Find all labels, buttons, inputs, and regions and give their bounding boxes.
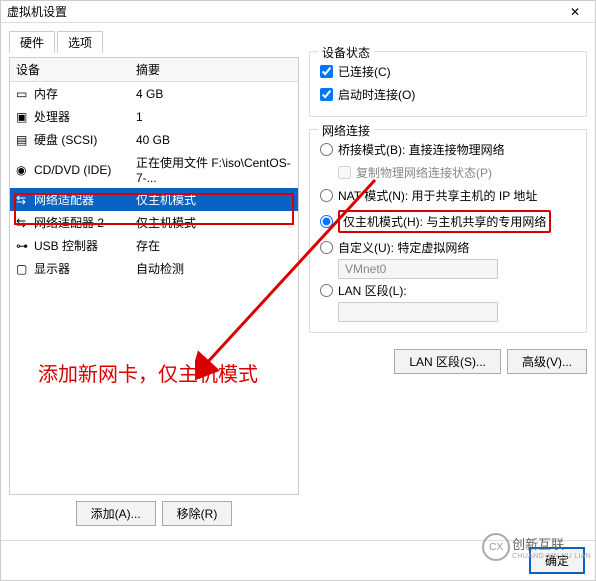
lan-dropdown bbox=[338, 302, 498, 322]
cd-icon: ◉ bbox=[16, 163, 30, 177]
titlebar: 虚拟机设置 ✕ bbox=[1, 1, 595, 23]
connected-checkbox[interactable]: 已连接(C) bbox=[320, 60, 576, 83]
usb-icon: ⊶ bbox=[16, 239, 30, 253]
cpu-icon: ▣ bbox=[16, 110, 30, 124]
content: 硬件 选项 设备 摘要 ▭内存 4 GB ▣处理器 1 ▤硬盘 (SCSI) bbox=[1, 23, 595, 540]
disk-icon: ▤ bbox=[16, 133, 30, 147]
network-connection-group: 网络连接 桥接模式(B): 直接连接物理网络 复制物理网络连接状态(P) NAT… bbox=[309, 129, 587, 333]
vm-settings-window: 虚拟机设置 ✕ 硬件 选项 设备 摘要 ▭内存 4 GB ▣处理器 1 bbox=[0, 0, 596, 581]
watermark-icon: CX bbox=[482, 533, 510, 561]
network-icon: ⇆ bbox=[16, 193, 30, 207]
row-cd[interactable]: ◉CD/DVD (IDE) 正在使用文件 F:\iso\CentOS-7-... bbox=[10, 151, 298, 188]
device-list-header: 设备 摘要 bbox=[10, 58, 298, 82]
device-status-title: 设备状态 bbox=[318, 44, 374, 61]
radio-hostonly[interactable]: 仅主机模式(H): 与主机共享的专用网络 bbox=[320, 207, 576, 236]
row-usb[interactable]: ⊶USB 控制器 存在 bbox=[10, 234, 298, 257]
radio-lan[interactable]: LAN 区段(L): bbox=[320, 279, 576, 302]
display-icon: ▢ bbox=[16, 262, 30, 276]
radio-bridge[interactable]: 桥接模式(B): 直接连接物理网络 bbox=[320, 138, 576, 161]
tabs: 硬件 选项 bbox=[9, 31, 299, 53]
row-display[interactable]: ▢显示器 自动检测 bbox=[10, 257, 298, 280]
left-pane: 硬件 选项 设备 摘要 ▭内存 4 GB ▣处理器 1 ▤硬盘 (SCSI) bbox=[9, 31, 299, 532]
row-memory[interactable]: ▭内存 4 GB bbox=[10, 82, 298, 105]
replicate-checkbox: 复制物理网络连接状态(P) bbox=[338, 161, 576, 184]
close-icon[interactable]: ✕ bbox=[555, 5, 595, 19]
network-connection-title: 网络连接 bbox=[318, 122, 374, 139]
device-list: 设备 摘要 ▭内存 4 GB ▣处理器 1 ▤硬盘 (SCSI) 40 GB ◉… bbox=[9, 57, 299, 495]
advanced-button[interactable]: 高级(V)... bbox=[507, 349, 587, 374]
memory-icon: ▭ bbox=[16, 87, 30, 101]
add-button[interactable]: 添加(A)... bbox=[76, 501, 156, 526]
row-cpu[interactable]: ▣处理器 1 bbox=[10, 105, 298, 128]
left-bottom-buttons: 添加(A)... 移除(R) bbox=[9, 495, 299, 532]
window-title: 虚拟机设置 bbox=[7, 3, 67, 20]
right-pane: 设备状态 已连接(C) 启动时连接(O) 网络连接 桥接模式(B): 直接连接物… bbox=[309, 31, 587, 532]
watermark: CX 创新互联 CHUANG XIN HU LIAN bbox=[482, 533, 591, 561]
poweron-checkbox[interactable]: 启动时连接(O) bbox=[320, 83, 576, 106]
vmnet-dropdown: VMnet0 bbox=[338, 259, 498, 279]
radio-nat[interactable]: NAT 模式(N): 用于共享主机的 IP 地址 bbox=[320, 184, 576, 207]
col-device: 设备 bbox=[10, 58, 130, 81]
lan-segments-button[interactable]: LAN 区段(S)... bbox=[394, 349, 501, 374]
remove-button[interactable]: 移除(R) bbox=[162, 501, 233, 526]
watermark-sub: CHUANG XIN HU LIAN bbox=[512, 553, 591, 560]
annotation-text: 添加新网卡，仅主机模式 bbox=[38, 358, 258, 387]
row-disk[interactable]: ▤硬盘 (SCSI) 40 GB bbox=[10, 128, 298, 151]
row-net2[interactable]: ⇆网络适配器 2 仅主机模式 bbox=[10, 211, 298, 234]
device-status-group: 设备状态 已连接(C) 启动时连接(O) bbox=[309, 51, 587, 117]
row-net1[interactable]: ⇆网络适配器 仅主机模式 bbox=[10, 188, 298, 211]
right-buttons: LAN 区段(S)... 高级(V)... bbox=[309, 349, 587, 374]
tab-hardware[interactable]: 硬件 bbox=[9, 31, 55, 53]
radio-custom[interactable]: 自定义(U): 特定虚拟网络 bbox=[320, 236, 576, 259]
network-icon: ⇆ bbox=[16, 216, 30, 230]
col-summary: 摘要 bbox=[130, 58, 298, 81]
tab-options[interactable]: 选项 bbox=[57, 31, 103, 53]
watermark-brand: 创新互联 bbox=[512, 534, 591, 553]
